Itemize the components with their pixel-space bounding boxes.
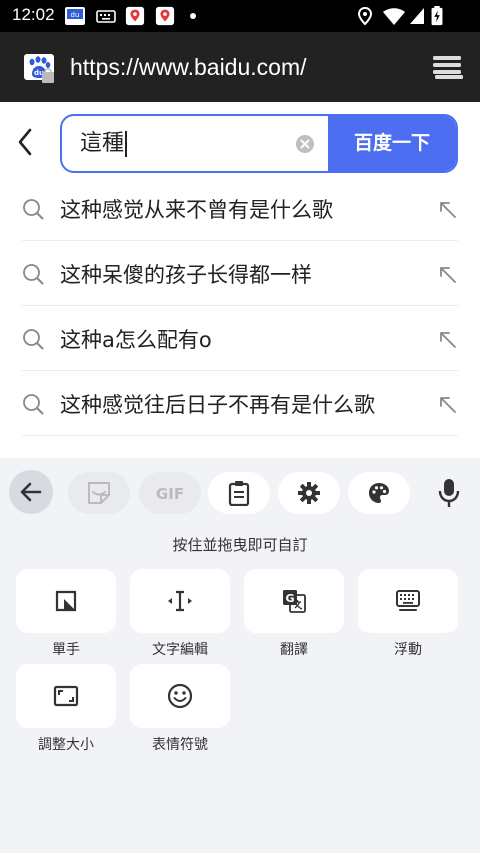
emoji-icon (167, 683, 193, 709)
search-icon (23, 264, 44, 285)
url-text[interactable]: https://www.baidu.com/ (70, 54, 307, 81)
settings-button[interactable] (278, 472, 340, 514)
clipboard-icon (228, 481, 250, 506)
one-hand-button[interactable] (16, 569, 116, 633)
menu-stack-icon[interactable] (432, 54, 464, 80)
back-button[interactable] (12, 124, 42, 160)
keyboard-notification-icon (96, 10, 116, 23)
search-box: 這種 百度一下 (60, 114, 458, 173)
emoji-button[interactable] (130, 664, 230, 728)
suggestion-text: 这种呆傻的孩子长得都一样 (60, 263, 312, 287)
search-query-text: 這種 (80, 131, 125, 156)
theme-button[interactable] (348, 472, 410, 514)
signal-icon (410, 8, 424, 24)
suggestion-text: 这种a怎么配有o (60, 328, 212, 352)
keyboard-back-button[interactable] (9, 470, 53, 514)
gif-icon: GIF (156, 485, 184, 503)
text-cursor-icon (168, 590, 192, 612)
svg-text:du: du (71, 11, 80, 19)
baidu-paw-icon: du (24, 54, 54, 83)
tile-label: 表情符號 (152, 737, 208, 753)
fill-query-icon[interactable] (438, 395, 458, 415)
floating-button[interactable] (358, 569, 458, 633)
status-bar: 12:02 du (0, 0, 480, 32)
suggestion-text: 这种感觉往后日子不再有是什么歌 (60, 393, 375, 417)
gear-icon (298, 482, 320, 504)
fill-query-icon[interactable] (438, 200, 458, 220)
more-notifications-dot (190, 13, 196, 19)
sticker-icon (88, 482, 110, 504)
gif-button[interactable]: GIF (139, 472, 201, 514)
location-icon (357, 6, 373, 26)
floating-keyboard-icon (396, 590, 420, 611)
tile-label: 文字編輯 (152, 642, 208, 658)
suggestion-list: 这种感觉从来不曾有是什么歌 这种呆傻的孩子长得都一样 这种a怎么配有o 这种感觉… (0, 176, 480, 464)
one-hand-icon (55, 590, 77, 612)
suggestion-text: 这种感觉从来不曾有是什么歌 (60, 198, 333, 222)
resize-icon (53, 685, 79, 707)
tile-label: 浮動 (394, 642, 422, 658)
tile-label: 翻譯 (280, 642, 308, 658)
keyboard-toolbar: GIF (0, 458, 480, 532)
suggestion-item[interactable]: 这种感觉从来不曾有是什么歌 (22, 176, 458, 241)
search-icon (23, 394, 44, 415)
status-time: 12:02 (12, 5, 55, 24)
baidu-notification-icon: du (65, 7, 85, 25)
keyboard-panel: GIF 按住並拖曳即可自訂 單手 文字編輯 G 翻譯 浮動 調整大小 表情符號 (0, 458, 480, 853)
search-input[interactable]: 這種 (80, 128, 280, 160)
text-edit-button[interactable] (130, 569, 230, 633)
suggestion-item[interactable]: 这种感觉往后日子不再有是什么歌 (22, 371, 458, 436)
voice-input-button[interactable] (420, 472, 478, 514)
palette-icon (369, 483, 389, 503)
wifi-icon (383, 8, 405, 25)
clipboard-button[interactable] (208, 472, 270, 514)
map-notification-icon (125, 6, 145, 26)
translate-button[interactable]: G (244, 569, 344, 633)
clear-icon[interactable] (295, 134, 315, 154)
translate-icon: G (283, 590, 306, 613)
svg-text:GIF: GIF (156, 485, 184, 503)
customize-hint: 按住並拖曳即可自訂 (172, 536, 308, 554)
text-caret (125, 131, 128, 157)
fill-query-icon[interactable] (438, 265, 458, 285)
tile-label: 調整大小 (38, 737, 94, 753)
svg-text:G: G (285, 592, 294, 605)
sticker-button[interactable] (68, 472, 130, 514)
search-icon (23, 199, 44, 220)
resize-button[interactable] (16, 664, 116, 728)
battery-charging-icon (431, 6, 443, 26)
search-button[interactable]: 百度一下 (328, 116, 456, 171)
search-icon (23, 329, 44, 350)
back-arrow-icon (20, 482, 42, 502)
tile-label: 單手 (52, 642, 80, 658)
suggestion-item[interactable]: 这种呆傻的孩子长得都一样 (22, 241, 458, 306)
browser-url-bar: du https://www.baidu.com/ (0, 32, 480, 102)
microphone-icon (438, 479, 460, 507)
map-notification-icon (155, 6, 175, 26)
suggestion-item[interactable]: 这种a怎么配有o (22, 306, 458, 371)
fill-query-icon[interactable] (438, 330, 458, 350)
